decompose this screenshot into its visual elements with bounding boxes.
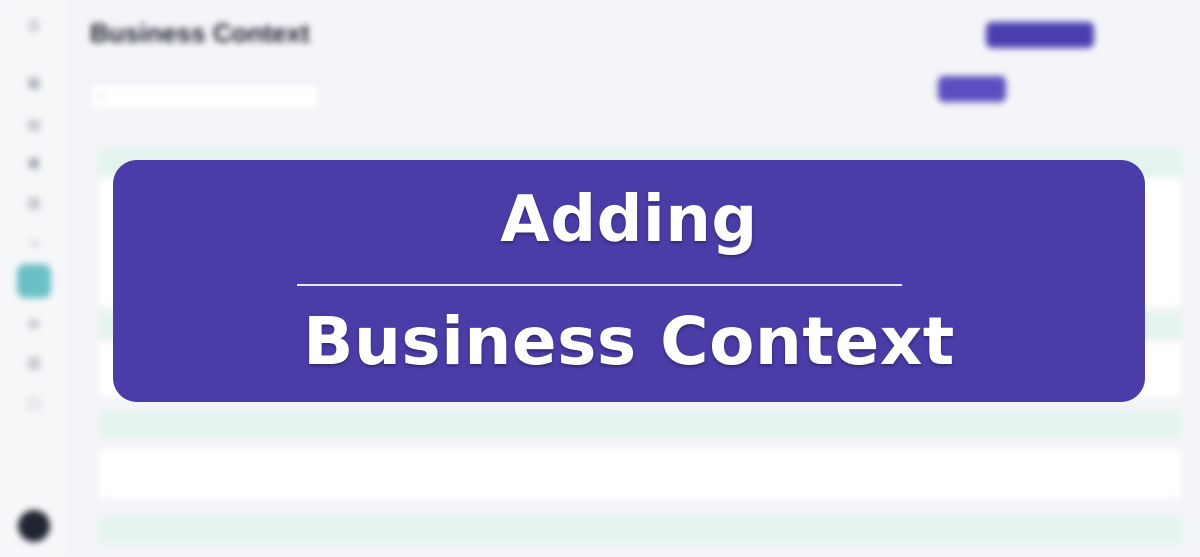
filter-tab-active[interactable] [938,76,1006,102]
table-icon[interactable]: ▥ [24,192,44,212]
banner-divider [297,284,902,286]
page-title: Business Context [90,18,310,48]
card-header[interactable] [98,516,1182,544]
grid-icon[interactable]: ▣ [24,152,44,172]
code-icon[interactable]: ‹› [24,232,44,252]
context-icon[interactable] [17,264,51,298]
menu-icon[interactable]: ☰ [24,16,44,36]
add-context-button[interactable] [986,22,1094,48]
filter-tab-2[interactable] [1014,76,1066,102]
card-header[interactable] [98,410,1182,438]
search-icon: ⌕ [99,90,106,102]
avatar[interactable] [18,510,50,542]
filter-tab-4[interactable] [1128,76,1180,102]
dashboard-icon[interactable]: ▦ [24,72,44,92]
sidebar: ☰ ▦ ▤ ▣ ▥ ‹› ⚙ ▨ ▢ [0,0,69,557]
card-body [98,448,1182,500]
banner-title-line2: Business Context [303,303,955,380]
search-input[interactable]: ⌕ [90,84,320,110]
settings-icon[interactable]: ⚙ [24,314,44,334]
chart-icon[interactable]: ▤ [24,114,44,134]
banner-title-line1: Adding [500,183,758,257]
database-icon[interactable]: ▨ [24,352,44,372]
help-icon[interactable]: ▢ [24,392,44,412]
title-banner: Adding Business Context [113,160,1145,402]
filter-tab-3[interactable] [1072,76,1122,102]
